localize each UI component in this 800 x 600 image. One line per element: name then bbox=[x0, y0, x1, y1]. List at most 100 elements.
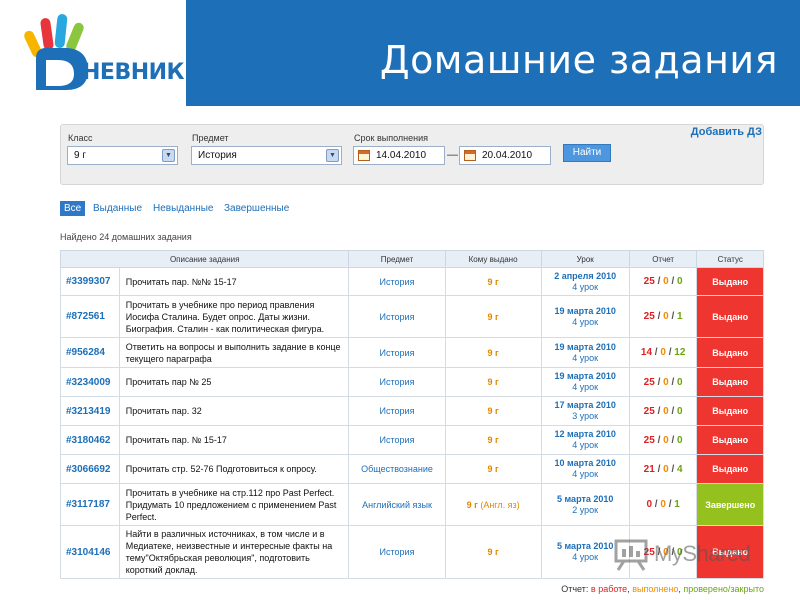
find-button[interactable]: Найти bbox=[563, 144, 611, 162]
task-assigned-to: 9 г bbox=[444, 425, 542, 455]
date-from-field[interactable]: 14.04.2010 bbox=[353, 146, 445, 165]
page-title: Домашние задания bbox=[379, 38, 778, 82]
report-in-work: 14 bbox=[640, 347, 653, 358]
task-assigned-to: 9 г bbox=[444, 396, 542, 426]
lesson-date: 2 апреля 2010 bbox=[554, 270, 617, 281]
assigned-class: 9 г bbox=[487, 311, 499, 322]
table-row[interactable]: #3213419 Прочитать пар. 32 История 9 г 17 ма… bbox=[60, 396, 764, 426]
column-header-subject[interactable]: Предмет bbox=[348, 250, 446, 268]
column-header-lesson[interactable]: Урок bbox=[540, 250, 630, 268]
task-id-link[interactable]: #3234009 bbox=[60, 367, 120, 397]
task-description: Прочитать стр. 52-76 Подготовиться к опр… bbox=[118, 454, 350, 484]
task-assigned-to: 9 г (Англ. яз) bbox=[444, 483, 542, 526]
task-subject-link[interactable]: История bbox=[348, 425, 446, 455]
task-lesson[interactable]: 5 марта 2010 2 урок bbox=[540, 483, 630, 526]
subject-select[interactable]: История ▼ bbox=[191, 146, 342, 165]
task-lesson[interactable]: 19 марта 2010 4 урок bbox=[540, 367, 630, 397]
task-lesson[interactable]: 19 марта 2010 4 урок bbox=[540, 337, 630, 368]
chevron-down-icon[interactable]: ▼ bbox=[326, 149, 339, 162]
task-id-link[interactable]: #3117187 bbox=[60, 483, 120, 526]
report-checked: 0 bbox=[677, 434, 683, 446]
task-lesson[interactable]: 10 марта 2010 4 урок bbox=[540, 454, 630, 484]
watermark: MyShared bbox=[612, 537, 772, 571]
calendar-icon[interactable] bbox=[358, 150, 370, 161]
status-badge: Выдано bbox=[696, 396, 764, 426]
table-row[interactable]: #3399307 Прочитать пар. №№ 15-17 История 9 … bbox=[60, 267, 764, 296]
column-header-status[interactable]: Статус bbox=[696, 250, 764, 268]
report-in-work: 25 bbox=[643, 276, 655, 287]
table-row[interactable]: #3180462 Прочитать пар. № 15-17 История 9 г… bbox=[60, 425, 764, 455]
task-assigned-to: 9 г bbox=[444, 295, 542, 338]
column-header-description[interactable]: Описание задания bbox=[59, 250, 350, 268]
table-row[interactable]: #956284 Ответить на вопросы и выполнить з… bbox=[60, 337, 764, 368]
date-to-value: 20.04.2010 bbox=[482, 150, 533, 161]
task-subject-link[interactable]: История bbox=[348, 295, 446, 338]
column-header-assigned-to[interactable]: Кому выдано bbox=[444, 250, 542, 268]
report-in-work: 21 bbox=[643, 463, 655, 475]
task-report: 0 / 0 / 1 bbox=[628, 483, 698, 526]
chevron-down-icon[interactable]: ▼ bbox=[162, 149, 175, 162]
assigned-class: 9 г bbox=[487, 347, 499, 358]
task-id-link[interactable]: #3399307 bbox=[60, 267, 120, 296]
report-legend: Отчет: в работе, выполнено, проверено/за… bbox=[561, 584, 764, 594]
task-subject-link[interactable]: Английский язык bbox=[348, 483, 446, 526]
task-id-link[interactable]: #956284 bbox=[60, 337, 120, 368]
lesson-date: 19 марта 2010 bbox=[554, 371, 616, 381]
lesson-number: 2 урок bbox=[572, 504, 599, 515]
add-homework-link[interactable]: Добавить ДЗ bbox=[691, 126, 762, 138]
task-id-link[interactable]: #3066692 bbox=[60, 454, 120, 484]
assigned-class: 9 г bbox=[487, 406, 499, 416]
task-assigned-to: 9 г bbox=[444, 454, 542, 484]
task-id-link[interactable]: #3213419 bbox=[60, 396, 120, 426]
date-to-field[interactable]: 20.04.2010 bbox=[459, 146, 551, 165]
table-row[interactable]: #872561 Прочитать в учебнике про период п… bbox=[60, 295, 764, 338]
class-select[interactable]: 9 г ▼ bbox=[67, 146, 178, 165]
task-description: Прочитать пар. 32 bbox=[118, 396, 350, 426]
tab-all[interactable]: Все bbox=[60, 201, 86, 216]
task-assigned-to: 9 г bbox=[444, 267, 542, 296]
task-subject-link[interactable]: Обществознание bbox=[348, 454, 446, 484]
task-subject-link[interactable]: История bbox=[348, 337, 446, 368]
assigned-class: 9 г bbox=[487, 377, 499, 387]
task-subject-link[interactable]: История bbox=[348, 525, 446, 579]
lesson-number: 4 урок bbox=[572, 316, 599, 327]
task-lesson[interactable]: 2 апреля 2010 4 урок bbox=[540, 267, 630, 296]
table-row[interactable]: #3117187 Прочитать в учебнике на стр.112 … bbox=[60, 483, 764, 526]
table-header-row: Описание задания Предмет Кому выдано Уро… bbox=[59, 250, 764, 268]
tab-not-issued[interactable]: Невыданные bbox=[153, 201, 213, 216]
calendar-icon[interactable] bbox=[464, 150, 476, 161]
task-lesson[interactable]: 17 марта 2010 3 урок bbox=[540, 396, 630, 426]
tab-issued[interactable]: Выданные bbox=[93, 201, 142, 216]
task-lesson[interactable]: 12 марта 2010 4 урок bbox=[540, 425, 630, 455]
table-row[interactable]: #3234009 Прочитать пар № 25 История 9 г 19 м… bbox=[60, 367, 764, 397]
task-id-link[interactable]: #3104146 bbox=[60, 525, 120, 579]
task-report: 25 / 0 / 1 bbox=[628, 295, 698, 338]
lesson-date: 19 марта 2010 bbox=[554, 341, 616, 352]
report-in-work: 25 bbox=[643, 311, 655, 322]
lesson-date: 19 марта 2010 bbox=[554, 305, 616, 316]
status-badge: Выдано bbox=[696, 454, 764, 484]
deadline-label: Срок выполнения bbox=[354, 133, 428, 143]
class-select-value: 9 г bbox=[74, 150, 86, 161]
task-id-link[interactable]: #872561 bbox=[60, 295, 120, 338]
report-checked: 4 bbox=[677, 463, 683, 475]
task-id-link[interactable]: #3180462 bbox=[60, 425, 120, 455]
task-subject-link[interactable]: История bbox=[348, 396, 446, 426]
tab-completed[interactable]: Завершенные bbox=[224, 201, 289, 216]
lesson-number: 4 урок bbox=[572, 469, 599, 479]
task-subject-link[interactable]: История bbox=[348, 267, 446, 296]
report-checked: 12 bbox=[674, 347, 686, 358]
task-description: Прочитать пар. №№ 15-17 bbox=[118, 267, 350, 296]
lesson-date: 5 марта 2010 bbox=[557, 493, 614, 504]
legend-prefix: Отчет: bbox=[561, 584, 591, 594]
lesson-date: 10 марта 2010 bbox=[554, 458, 616, 468]
column-header-report[interactable]: Отчет bbox=[628, 250, 698, 268]
task-subject-link[interactable]: История bbox=[348, 367, 446, 397]
task-lesson[interactable]: 19 марта 2010 4 урок bbox=[540, 295, 630, 338]
task-description: Прочитать в учебнике на стр.112 про Past… bbox=[118, 483, 350, 526]
dnevnik-logo[interactable]: НЕВНИК bbox=[0, 0, 186, 106]
results-count: Найдено 24 домашних задания bbox=[60, 232, 192, 242]
task-description: Прочитать пар. № 15-17 bbox=[118, 425, 350, 455]
table-row[interactable]: #3066692 Прочитать стр. 52-76 Подготовить… bbox=[60, 454, 764, 484]
lesson-number: 3 урок bbox=[572, 411, 599, 421]
